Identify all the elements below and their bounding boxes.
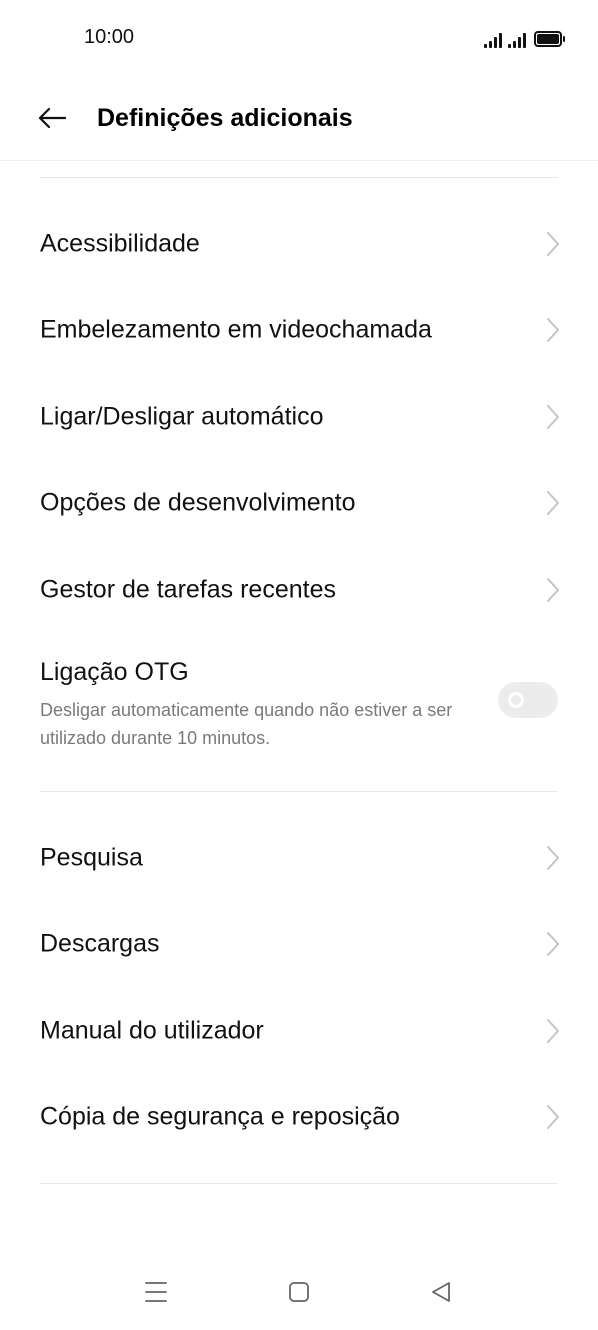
status-time: 10:00 xyxy=(84,26,135,48)
page-title: Definições adicionais xyxy=(97,104,353,132)
menu-item-label: Pesquisa xyxy=(40,843,143,872)
menu-item-backup-reset[interactable]: Cópia de segurança e reposição xyxy=(0,1074,598,1160)
otg-toggle[interactable] xyxy=(498,682,558,718)
battery-icon xyxy=(534,31,565,47)
menu-item-label: Gestor de tarefas recentes xyxy=(40,575,336,604)
otg-connection-row: Ligação OTG Desligar automaticamente qua… xyxy=(0,650,598,760)
menu-item-label: Descargas xyxy=(40,929,160,958)
home-button[interactable] xyxy=(275,1268,323,1316)
otg-title: Ligação OTG xyxy=(40,658,189,686)
square-icon xyxy=(289,1282,309,1302)
menu-item-developer-options[interactable]: Opções de desenvolvimento xyxy=(0,460,598,546)
menu-item-accessibility[interactable]: Acessibilidade xyxy=(0,201,598,287)
system-nav-bar xyxy=(0,1254,598,1330)
menu-item-label: Acessibilidade xyxy=(40,229,200,258)
menu-item-label: Cópia de segurança e reposição xyxy=(40,1102,400,1131)
toggle-knob xyxy=(508,692,524,708)
divider xyxy=(40,1183,558,1184)
chevron-right-icon xyxy=(547,932,559,956)
app-bar: Definições adicionais xyxy=(0,76,598,161)
menu-item-label: Embelezamento em videochamada xyxy=(40,315,432,344)
chevron-right-icon xyxy=(547,578,559,602)
menu-icon xyxy=(145,1282,167,1302)
triangle-back-icon xyxy=(432,1282,450,1302)
arrow-left-icon xyxy=(38,107,66,129)
menu-item-label: Manual do utilizador xyxy=(40,1016,264,1045)
menu-item-user-manual[interactable]: Manual do utilizador xyxy=(0,988,598,1074)
menu-item-scheduled-power[interactable]: Ligar/Desligar automático xyxy=(0,374,598,460)
menu-item-label: Opções de desenvolvimento xyxy=(40,488,356,517)
status-icons xyxy=(484,28,565,48)
chevron-right-icon xyxy=(547,318,559,342)
signal-icon-2 xyxy=(508,32,526,48)
menu-item-video-call-beauty[interactable]: Embelezamento em videochamada xyxy=(0,287,598,373)
divider xyxy=(40,177,558,178)
chevron-right-icon xyxy=(547,232,559,256)
chevron-right-icon xyxy=(547,1019,559,1043)
menu-item-label: Ligar/Desligar automático xyxy=(40,402,324,431)
back-nav-button[interactable] xyxy=(417,1268,465,1316)
chevron-right-icon xyxy=(547,846,559,870)
chevron-right-icon xyxy=(547,1105,559,1129)
menu-item-downloads[interactable]: Descargas xyxy=(0,901,598,987)
divider xyxy=(40,791,558,792)
chevron-right-icon xyxy=(547,405,559,429)
back-button[interactable] xyxy=(26,94,78,142)
otg-description: Desligar automaticamente quando não esti… xyxy=(40,700,453,748)
status-bar: 10:00 xyxy=(0,0,598,76)
recents-button[interactable] xyxy=(132,1268,180,1316)
signal-icon xyxy=(484,32,502,48)
menu-item-recent-tasks-manager[interactable]: Gestor de tarefas recentes xyxy=(0,547,598,633)
chevron-right-icon xyxy=(547,491,559,515)
menu-item-search[interactable]: Pesquisa xyxy=(0,815,598,901)
